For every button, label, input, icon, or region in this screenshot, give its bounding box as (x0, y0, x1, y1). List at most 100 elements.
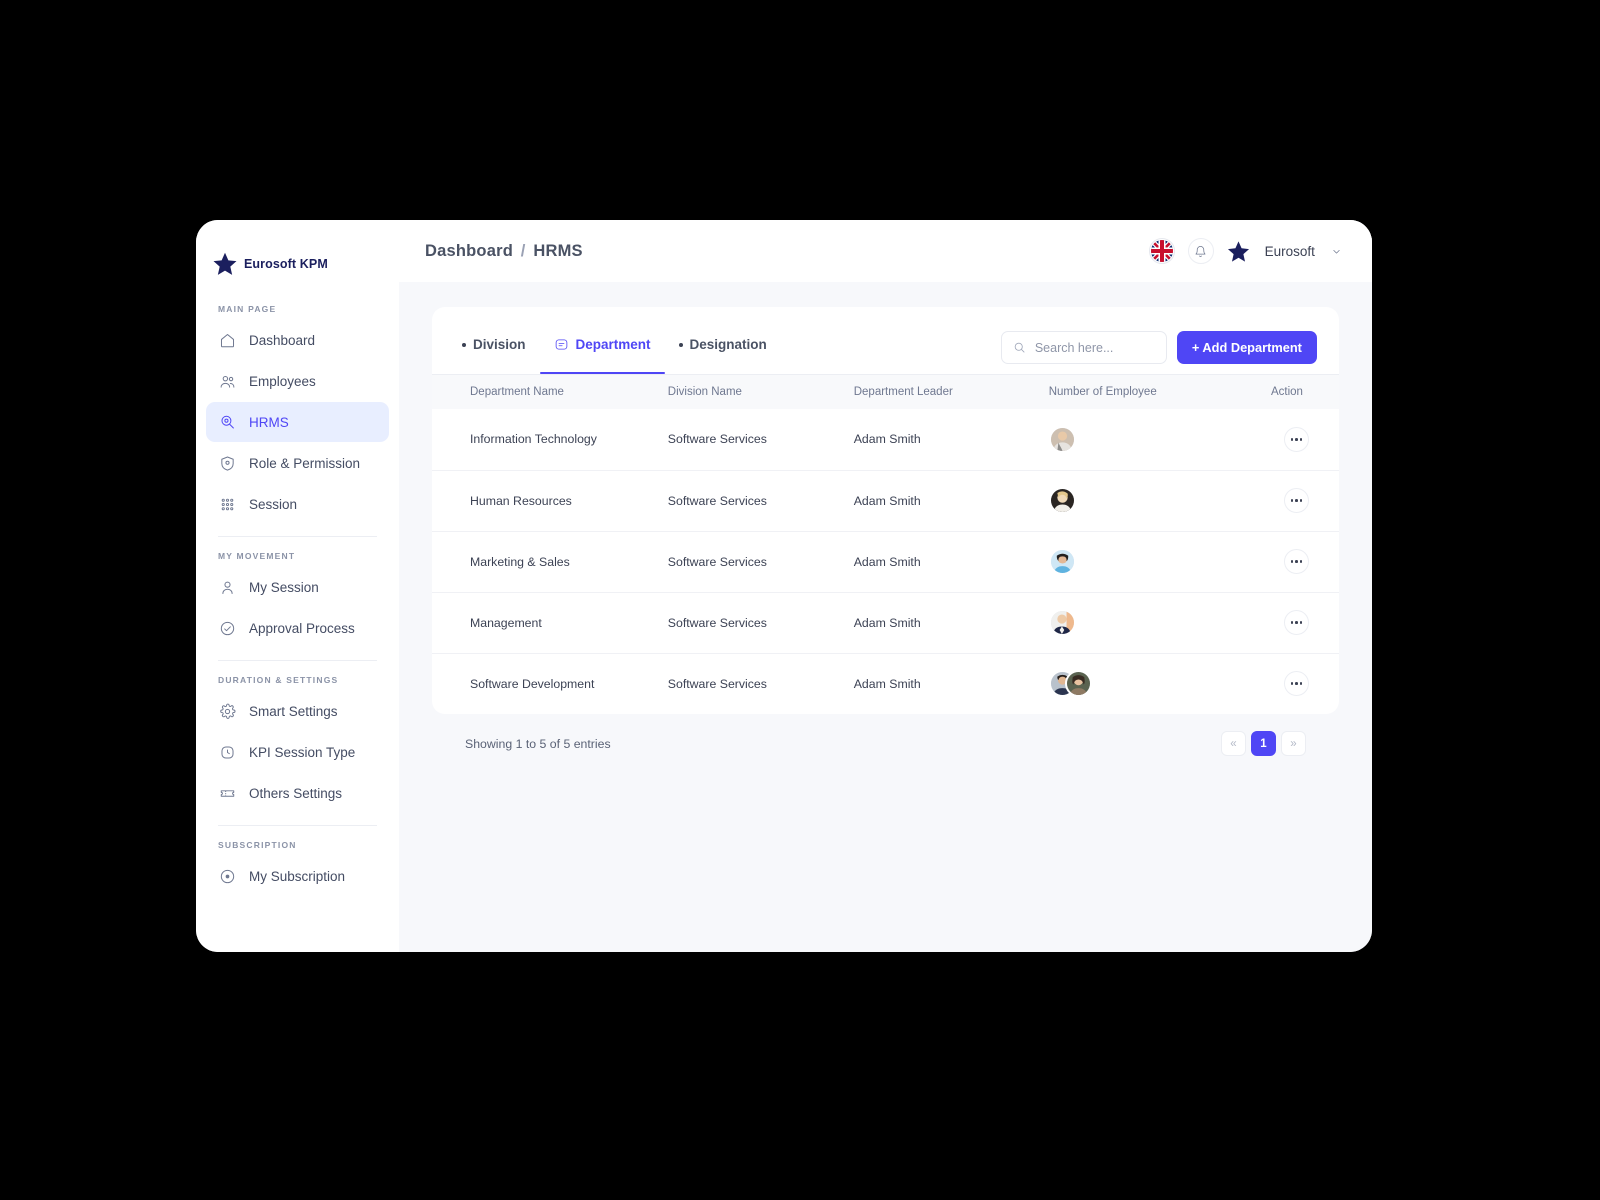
pagination-page-1[interactable]: 1 (1250, 731, 1276, 756)
tab-label: Designation (689, 337, 767, 352)
cell-employee-avatars (1048, 409, 1249, 471)
tab-department[interactable]: Department (539, 337, 665, 374)
cell-action (1248, 470, 1339, 532)
tab-label: Department (575, 337, 651, 352)
department-icon (554, 337, 569, 352)
tab-label: Division (473, 337, 526, 352)
table-row[interactable]: Human Resources Software Services Adam S… (432, 470, 1339, 532)
table-row[interactable]: Marketing & Sales Software Services Adam… (432, 531, 1339, 593)
cell-division-name: Software Services (667, 470, 854, 532)
sidebar-item-approval-process[interactable]: Approval Process (206, 608, 389, 648)
sidebar-item-hrms[interactable]: HRMS (206, 402, 389, 442)
sidebar: Eurosoft KPM MAIN PAGE Dashboard Employe… (196, 220, 399, 952)
sidebar-item-my-subscription[interactable]: My Subscription (206, 856, 389, 896)
user-name[interactable]: Eurosoft (1265, 244, 1315, 259)
cell-department-name: Human Resources (432, 470, 668, 532)
table-row[interactable]: Software Development Software Services A… (432, 653, 1339, 714)
department-table: Department Name Division Name Department… (432, 375, 1339, 714)
table-row[interactable]: Management Software Services Adam Smith (432, 592, 1339, 654)
cell-division-name: Software Services (667, 592, 854, 654)
sidebar-item-role-permission[interactable]: Role & Permission (206, 443, 389, 483)
cell-department-leader: Adam Smith (853, 531, 1049, 593)
pagination: « 1 » (1220, 731, 1306, 756)
avatar[interactable] (1064, 670, 1092, 698)
cell-department-name: Information Technology (432, 409, 668, 471)
clock-icon (218, 743, 236, 761)
sidebar-group-duration-settings: DURATION & SETTINGS (218, 675, 339, 685)
topbar-actions: Eurosoft (1148, 238, 1342, 264)
tab-division[interactable]: Division (454, 337, 540, 374)
cell-department-name: Management (432, 592, 668, 654)
breadcrumb-root[interactable]: Dashboard (425, 242, 513, 260)
avatar[interactable] (1048, 548, 1076, 575)
tab-list: Division Department Designation (454, 329, 781, 374)
row-action-menu-icon[interactable] (1283, 488, 1309, 513)
cell-division-name: Software Services (667, 409, 854, 471)
sidebar-group-subscription: SUBSCRIPTION (218, 840, 297, 850)
breadcrumb: Dashboard / HRMS (425, 242, 583, 261)
pagination-prev-button[interactable]: « (1220, 731, 1246, 756)
sidebar-item-label: Others Settings (249, 785, 343, 801)
tab-designation[interactable]: Designation (665, 337, 781, 374)
brand-logo[interactable]: Eurosoft KPM (196, 220, 399, 282)
sidebar-item-others-settings[interactable]: Others Settings (206, 773, 389, 813)
topbar: Dashboard / HRMS Eurosoft (399, 220, 1372, 282)
sidebar-group-my-movement: MY MOVEMENT (218, 551, 296, 561)
pagination-next-button[interactable]: » (1280, 731, 1306, 756)
brand-name: Eurosoft KPM (244, 256, 328, 271)
sidebar-item-dashboard[interactable]: Dashboard (206, 320, 389, 360)
sidebar-divider (218, 825, 377, 826)
home-icon (218, 331, 236, 349)
avatar[interactable] (1048, 425, 1076, 453)
avatar[interactable] (1048, 609, 1076, 636)
column-header-department-leader: Department Leader (853, 386, 953, 398)
sidebar-divider (218, 536, 377, 537)
dot-icon (678, 342, 683, 347)
sidebar-item-label: Approval Process (249, 620, 355, 636)
sidebar-item-label: HRMS (249, 414, 289, 430)
row-action-menu-icon[interactable] (1283, 549, 1309, 574)
sidebar-nav: MAIN PAGE Dashboard Employees HRMS Role … (196, 282, 399, 896)
avatar[interactable] (1227, 240, 1250, 263)
bell-icon[interactable] (1187, 238, 1214, 264)
table-footer: Showing 1 to 5 of 5 entries « 1 » (432, 714, 1339, 756)
avatar-stack (1048, 670, 1249, 698)
sidebar-group-main-page: MAIN PAGE (218, 304, 277, 314)
cell-employee-avatars (1048, 470, 1249, 532)
sidebar-item-kpi-session-type[interactable]: KPI Session Type (206, 732, 389, 772)
sidebar-divider (218, 660, 377, 661)
coin-icon (218, 867, 236, 885)
users-icon (218, 372, 236, 390)
sidebar-item-smart-settings[interactable]: Smart Settings (206, 691, 389, 731)
cell-department-leader: Adam Smith (853, 676, 921, 691)
search-icon (1014, 342, 1025, 353)
gear-icon (218, 702, 236, 720)
search-box[interactable] (1000, 331, 1167, 364)
chevron-down-icon[interactable] (1331, 246, 1342, 257)
sidebar-item-my-session[interactable]: My Session (206, 567, 389, 607)
sidebar-item-label: Role & Permission (249, 455, 361, 471)
sidebar-item-label: KPI Session Type (249, 744, 356, 760)
row-action-menu-icon[interactable] (1283, 426, 1309, 452)
add-department-button[interactable]: + Add Department (1176, 331, 1317, 364)
cell-division-name: Software Services (667, 531, 854, 593)
table-row[interactable]: Information Technology Software Services… (432, 409, 1339, 471)
shield-icon (218, 454, 236, 472)
column-header-department-name: Department Name (470, 386, 564, 398)
ticket-icon (218, 784, 236, 802)
sidebar-item-session[interactable]: Session (206, 484, 389, 524)
avatar[interactable] (1048, 487, 1076, 514)
uk-flag-icon[interactable] (1148, 238, 1175, 264)
cell-employee-avatars (1048, 531, 1249, 593)
sidebar-item-employees[interactable]: Employees (206, 361, 389, 401)
column-header-action: Action (1270, 386, 1303, 398)
card-toolbar: Division Department Designation Search h… (432, 307, 1339, 374)
row-action-menu-icon[interactable] (1283, 610, 1309, 635)
check-circle-icon (218, 619, 236, 637)
cell-department-name: Software Development (470, 676, 595, 691)
search-input[interactable] (1034, 340, 1155, 355)
column-header-division-name: Division Name (667, 386, 742, 398)
row-action-menu-icon[interactable] (1283, 671, 1309, 697)
avatar-stack (1048, 487, 1249, 514)
breadcrumb-current: HRMS (533, 241, 583, 260)
